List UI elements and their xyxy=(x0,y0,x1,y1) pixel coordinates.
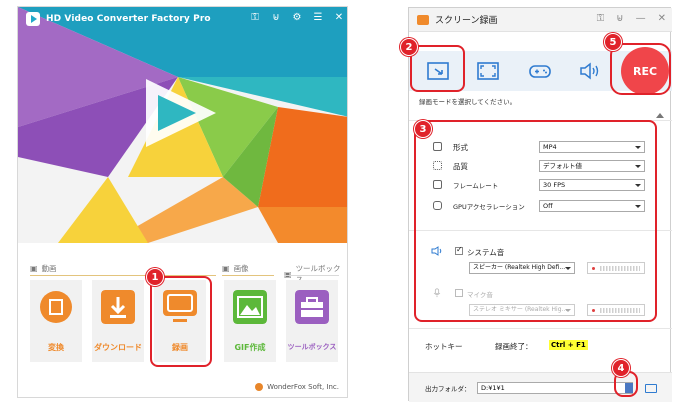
annotation-box-3 xyxy=(414,120,657,322)
film-icon xyxy=(40,291,72,323)
annotation-badge-1: 1 xyxy=(146,268,164,286)
annotation-box-2 xyxy=(410,45,465,92)
tile-download[interactable]: ダウンロード xyxy=(92,280,144,362)
brand-footer: WonderFox Soft, Inc. xyxy=(255,383,339,391)
wonderfox-logo-icon xyxy=(255,383,264,391)
image-icon xyxy=(233,290,267,324)
tile-gif-maker[interactable]: GIF作成 xyxy=(224,280,276,362)
left-titlebar: HD Video Converter Factory Pro ⚿ ⊌ ⚙ ☰ ✕ xyxy=(18,7,347,31)
annotation-badge-4: 4 xyxy=(612,359,630,377)
window-title: スクリーン録画 xyxy=(435,16,498,26)
cart-icon[interactable]: ⊌ xyxy=(270,12,282,24)
annotation-box-5 xyxy=(610,43,671,95)
tile-convert[interactable]: 変換 xyxy=(30,280,82,362)
download-icon xyxy=(101,290,135,324)
tile-toolbox[interactable]: ツールボックス xyxy=(286,280,338,362)
annotation-badge-3: 3 xyxy=(414,120,432,138)
app-logo-icon xyxy=(26,12,40,26)
play-logo-icon xyxy=(146,79,216,147)
close-icon[interactable]: ✕ xyxy=(658,13,666,24)
record-window-icon xyxy=(417,14,429,25)
close-icon[interactable]: ✕ xyxy=(333,12,345,24)
annotation-badge-2: 2 xyxy=(400,38,418,56)
mode-audio-button[interactable] xyxy=(569,53,611,89)
mode-fullscreen-button[interactable] xyxy=(467,53,509,89)
cart-icon[interactable]: ⊌ xyxy=(616,13,623,24)
key-icon[interactable]: ⚿ xyxy=(597,13,605,24)
annotation-badge-5: 5 xyxy=(604,33,622,51)
app-title: HD Video Converter Factory Pro xyxy=(46,14,211,24)
settings-icon[interactable]: ⚙ xyxy=(291,12,303,24)
right-titlebar: スクリーン録画 ⚿ ⊌ — ✕ xyxy=(409,8,672,32)
mode-game-button[interactable] xyxy=(519,53,561,89)
section-image: ▣ 画像 xyxy=(222,264,249,273)
speaker-icon xyxy=(580,62,599,80)
mode-hint: 録画モードを選択してください。 xyxy=(419,98,517,106)
output-folder-input[interactable]: D:¥1¥1 xyxy=(477,382,633,394)
toolbox-icon xyxy=(295,290,329,324)
hotkey-end-key[interactable]: Ctrl + F1 xyxy=(549,340,588,350)
hotkey-divider xyxy=(409,328,672,329)
output-folder-label: 出力フォルダ： xyxy=(425,385,471,393)
section-video: ▣ 動画 xyxy=(30,264,57,273)
hotkey-end-label: 録画終了： xyxy=(495,342,533,351)
collapse-arrow-icon[interactable] xyxy=(656,113,664,118)
minimize-icon[interactable]: — xyxy=(636,13,646,24)
section-image-line xyxy=(222,275,274,276)
menu-icon[interactable]: ☰ xyxy=(312,12,324,24)
fullscreen-icon xyxy=(477,62,499,80)
key-icon[interactable]: ⚿ xyxy=(249,12,261,24)
annotation-box-1 xyxy=(150,276,212,367)
folder-icon[interactable] xyxy=(645,384,657,393)
gamepad-icon xyxy=(529,65,551,78)
hotkey-label: ホットキー xyxy=(425,342,463,351)
section-toolbox-line xyxy=(284,275,339,276)
